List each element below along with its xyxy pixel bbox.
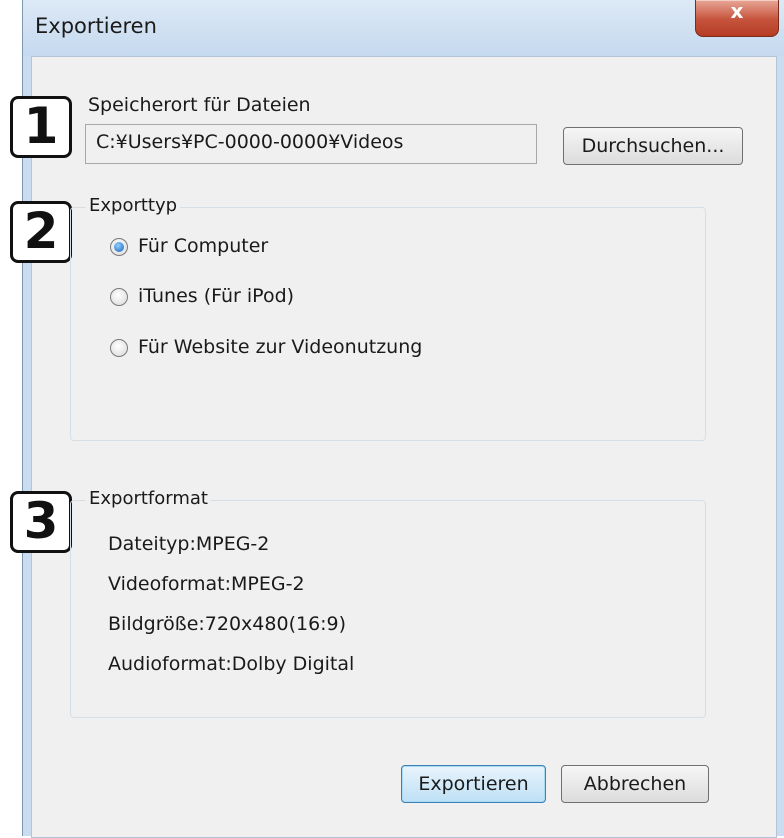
format-audio-format: Audioformat:Dolby Digital <box>108 653 355 675</box>
radio-checked-icon[interactable] <box>110 238 128 256</box>
storage-location-label: Speicherort für Dateien <box>88 94 311 116</box>
export-format-title: Exportformat <box>86 488 211 509</box>
callout-badge-3: 3 <box>10 491 72 553</box>
export-button[interactable]: Exportieren <box>401 765 546 803</box>
storage-path-field[interactable]: C:¥Users¥PC-0000-0000¥Videos <box>85 124 537 164</box>
radio-unchecked-icon[interactable] <box>110 288 128 306</box>
format-video-format: Videoformat:MPEG-2 <box>108 573 305 595</box>
cancel-button[interactable]: Abbrechen <box>561 765 709 803</box>
radio-option-label: iTunes (Für iPod) <box>138 285 295 307</box>
window-title: Exportieren <box>35 14 157 38</box>
close-button[interactable]: x <box>695 0 779 37</box>
dialog-client-area <box>31 56 777 838</box>
title-bar[interactable]: Exportieren x <box>23 0 784 56</box>
callout-badge-2: 2 <box>10 201 72 263</box>
browse-button[interactable]: Durchsuchen... <box>563 127 743 165</box>
callout-badge-1: 1 <box>10 96 72 158</box>
radio-option-label: Für Computer <box>138 235 269 257</box>
radio-option-label: Für Website zur Videonutzung <box>138 336 423 358</box>
radio-unchecked-icon[interactable] <box>110 339 128 357</box>
format-image-size: Bildgröße:720x480(16:9) <box>108 613 347 635</box>
close-icon: x <box>730 0 744 23</box>
export-type-title: Exporttyp <box>86 195 181 216</box>
format-file-type: Dateityp:MPEG-2 <box>108 533 270 555</box>
